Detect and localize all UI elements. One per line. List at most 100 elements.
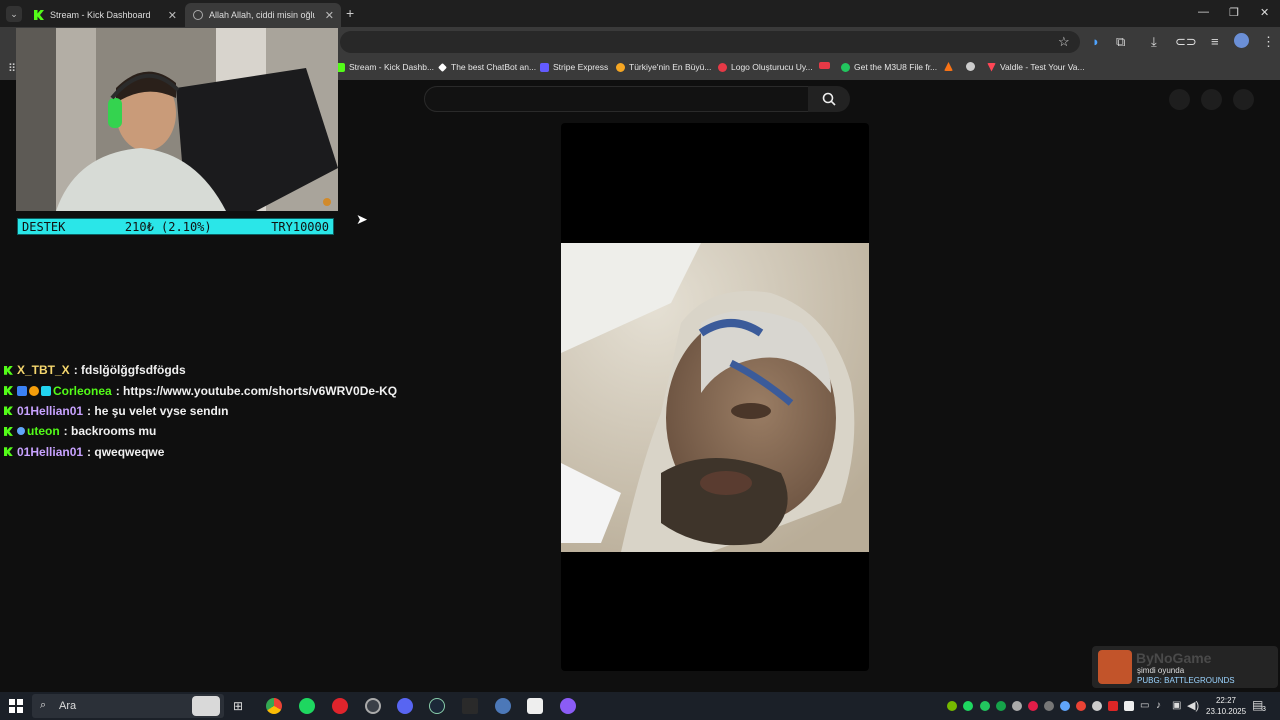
volume-icon[interactable]: ◀) bbox=[1187, 699, 1199, 712]
task-view-icon[interactable]: ⊞ bbox=[233, 699, 243, 713]
bookmark-item[interactable]: Valdle - Test Your Va... bbox=[987, 62, 1085, 72]
app-icon[interactable] bbox=[365, 698, 381, 714]
minimize-button[interactable]: — bbox=[1198, 6, 1209, 18]
bookmark-icon bbox=[841, 62, 850, 72]
brand-logo: ByNoGame bbox=[1136, 650, 1212, 666]
new-tab-button[interactable]: + bbox=[346, 5, 354, 21]
steam-app-icon[interactable] bbox=[429, 698, 445, 714]
app-icon[interactable] bbox=[527, 698, 543, 714]
media-control-icon[interactable]: ≡ bbox=[1211, 34, 1219, 49]
bookmark-icon bbox=[966, 62, 975, 71]
bookmark-icon bbox=[718, 62, 727, 72]
spotify-app-icon[interactable] bbox=[299, 698, 315, 714]
game-avatar bbox=[1098, 650, 1132, 684]
chat-username: 01Hellian01 bbox=[17, 444, 84, 459]
kick-badge-icon bbox=[4, 386, 13, 396]
now-playing-line: şimdi oyunda bbox=[1137, 666, 1185, 675]
kick-badge-icon bbox=[4, 406, 13, 416]
extension-icon[interactable]: ◗ bbox=[1092, 34, 1100, 49]
header-action-button[interactable] bbox=[1169, 89, 1190, 110]
bookmark-item[interactable] bbox=[819, 62, 834, 69]
search-button[interactable] bbox=[808, 86, 850, 112]
donation-goal-bar: DESTEK 210₺ (2.10%) TRY10000 bbox=[17, 218, 334, 235]
windows-start-icon[interactable] bbox=[9, 699, 23, 713]
chat-message: 01Hellian01 : qweqweqwe bbox=[4, 442, 424, 462]
profile-avatar[interactable] bbox=[1234, 33, 1249, 48]
download-icon[interactable]: ⤓ bbox=[1151, 34, 1157, 50]
discord-app-icon[interactable] bbox=[397, 698, 413, 714]
notification-count: 3 bbox=[1262, 706, 1266, 713]
bookmark-item[interactable] bbox=[944, 62, 957, 71]
chat-text: : https://www.youtube.com/shorts/v6WRV0D… bbox=[115, 383, 398, 398]
bookmark-item[interactable]: Logo Oluşturucu Uy... bbox=[718, 62, 813, 72]
network-icon[interactable]: ▣ bbox=[1172, 700, 1181, 711]
close-tab-icon[interactable]: ✕ bbox=[168, 9, 177, 22]
close-tab-icon[interactable]: ✕ bbox=[325, 9, 334, 22]
tab-kick-dashboard[interactable]: Stream - Kick Dashboard ✕ bbox=[26, 3, 184, 27]
moderator-badge-icon bbox=[41, 385, 51, 396]
taskbar-clock[interactable]: 22:27 23.10.2025 bbox=[1206, 695, 1246, 717]
chat-text: : qweqweqwe bbox=[87, 444, 165, 459]
tab-list-button[interactable]: ⌄ bbox=[6, 6, 22, 22]
now-playing-game: PUBG: BATTLEGROUNDS bbox=[1137, 676, 1235, 685]
tray-icon[interactable] bbox=[1012, 701, 1022, 711]
tray-icon[interactable] bbox=[1092, 701, 1102, 711]
tray-icon[interactable] bbox=[996, 701, 1006, 711]
app-icon[interactable] bbox=[332, 698, 348, 714]
tray-icon[interactable] bbox=[980, 701, 990, 711]
tray-icon[interactable] bbox=[1076, 701, 1086, 711]
bookmark-item[interactable]: The best ChatBot an... bbox=[438, 62, 536, 72]
chat-text: : he şu velet vyse sendın bbox=[87, 403, 229, 418]
tray-icon[interactable] bbox=[1124, 701, 1134, 711]
menu-icon[interactable]: ⋮ bbox=[1262, 34, 1275, 50]
bookmark-icon bbox=[616, 62, 625, 72]
bookmark-item[interactable] bbox=[966, 62, 979, 71]
microphone-icon[interactable]: ♪ bbox=[1156, 700, 1161, 711]
address-bar[interactable] bbox=[340, 31, 1080, 53]
apps-icon[interactable]: ⠿ bbox=[8, 62, 16, 75]
display-icon[interactable]: ▭ bbox=[1140, 700, 1149, 711]
donation-label: DESTEK bbox=[22, 219, 66, 234]
bookmark-item[interactable]: Stream - Kick Dashb... bbox=[336, 62, 434, 72]
search-icon: ⌕ bbox=[40, 699, 47, 711]
mouse-cursor: ➤ bbox=[356, 211, 368, 227]
bookmark-item[interactable]: Türkiye'nin En Büyü... bbox=[616, 62, 711, 72]
tray-icon[interactable] bbox=[1028, 701, 1038, 711]
kick-icon bbox=[34, 10, 44, 20]
kick-badge-icon bbox=[4, 365, 13, 375]
header-action-button[interactable] bbox=[1233, 89, 1254, 110]
gift-badge-icon bbox=[29, 385, 39, 396]
nvidia-tray-icon[interactable] bbox=[947, 701, 957, 711]
epic-games-app-icon[interactable] bbox=[462, 698, 478, 714]
search-input[interactable] bbox=[424, 86, 809, 112]
search-highlight-image bbox=[192, 696, 220, 716]
donation-goal: TRY10000 bbox=[271, 219, 329, 234]
bookmark-icon bbox=[540, 62, 549, 72]
close-window-button[interactable]: ✕ bbox=[1260, 6, 1269, 19]
chat-message: 01Hellian01 : he şu velet vyse sendın bbox=[4, 401, 424, 421]
puzzle-icon[interactable]: ⧉ bbox=[1116, 34, 1125, 50]
tab-youtube-video[interactable]: Allah Allah, ciddi misin oğlu... ✕ bbox=[185, 3, 341, 27]
chrome-app-icon[interactable] bbox=[266, 698, 282, 714]
link-icon[interactable]: ⊂⊃ bbox=[1175, 34, 1197, 50]
spotify-tray-icon[interactable] bbox=[963, 701, 973, 711]
chat-username: 01Hellian01 bbox=[17, 403, 84, 418]
bookmark-icon bbox=[438, 62, 447, 72]
bookmark-item[interactable]: Get the M3U8 File fr... bbox=[841, 62, 937, 72]
star-icon[interactable]: ☆ bbox=[1058, 34, 1070, 50]
app-icon[interactable] bbox=[560, 698, 576, 714]
tray-icon[interactable] bbox=[1044, 701, 1054, 711]
bookmark-item[interactable]: Stripe Express bbox=[540, 62, 608, 72]
app-icon[interactable] bbox=[495, 698, 511, 714]
subscriber-badge-icon bbox=[17, 385, 27, 396]
chat-overlay: X_TBT_X : fdslğölğgfsdfögds Corleonea : … bbox=[4, 360, 424, 462]
bookmark-icon bbox=[819, 62, 830, 69]
chat-username: Corleonea bbox=[53, 383, 112, 398]
tray-icon[interactable] bbox=[1108, 701, 1118, 711]
taskbar-search-input[interactable]: ⌕ Ara bbox=[32, 694, 224, 718]
header-action-button[interactable] bbox=[1201, 89, 1222, 110]
tray-icon[interactable] bbox=[1060, 701, 1070, 711]
restore-button[interactable]: ❐ bbox=[1229, 6, 1239, 19]
chat-username: X_TBT_X bbox=[17, 363, 70, 378]
donation-progress: 210₺ (2.10%) bbox=[124, 219, 212, 234]
